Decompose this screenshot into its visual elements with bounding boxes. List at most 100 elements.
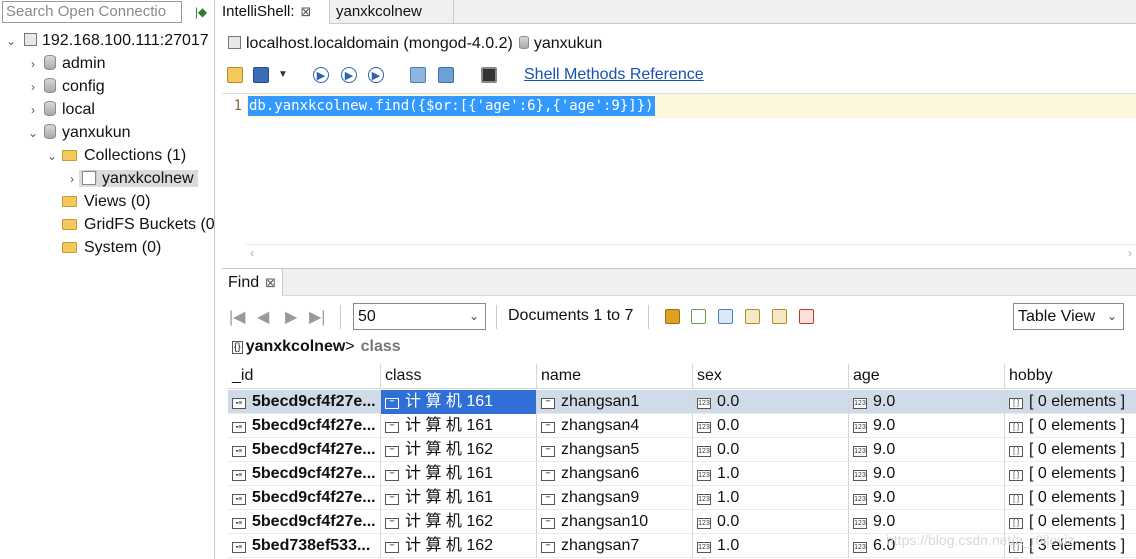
console-icon[interactable] <box>481 67 497 83</box>
class-cell[interactable]: "" 计 算 机 162 <box>381 438 537 462</box>
tree-gridfs-folder[interactable]: GridFS Buckets (0 <box>59 214 215 236</box>
name-cell[interactable]: "" zhangsan7 <box>537 534 693 558</box>
close-icon[interactable]: ⊠ <box>301 4 312 19</box>
column-header-hobby[interactable]: hobby <box>1005 364 1136 388</box>
sex-cell[interactable]: 123 0.0 <box>693 438 849 462</box>
search-connections-input[interactable]: Search Open Connectio <box>2 1 182 23</box>
column-header-id[interactable]: _id <box>228 364 381 388</box>
edit-document-icon[interactable] <box>745 309 760 324</box>
sex-cell[interactable]: 123 0.0 <box>693 510 849 534</box>
age-cell[interactable]: 123 9.0 <box>849 390 1005 414</box>
code-editor[interactable]: 1 db.yanxkcolnew.find({$or:[{'age':6},{'… <box>222 93 1136 265</box>
hobby-cell[interactable]: [ ] [ 0 elements ] <box>1005 390 1136 414</box>
column-header-name[interactable]: name <box>537 364 693 388</box>
lock-icon[interactable] <box>665 309 680 324</box>
chevron-down-icon[interactable]: ⌄ <box>26 122 40 144</box>
chevron-right-icon[interactable]: › <box>26 99 40 121</box>
chevron-right-icon[interactable]: › <box>26 53 40 75</box>
tree-db-local[interactable]: › local <box>26 99 95 121</box>
path-field[interactable]: class <box>361 338 401 355</box>
tree-collections-folder[interactable]: ⌄ Collections (1) <box>45 145 186 167</box>
sex-cell[interactable]: 123 0.0 <box>693 390 849 414</box>
prev-page-icon[interactable]: ◀ <box>257 307 269 327</box>
hobby-cell[interactable]: [ ] [ 0 elements ] <box>1005 438 1136 462</box>
column-header-age[interactable]: age <box>849 364 1005 388</box>
name-cell[interactable]: "" zhangsan9 <box>537 486 693 510</box>
table-row[interactable]: ▪≡ 5becd9cf4f27e... "" 计 算 机 161 "" zhangsan4… <box>228 414 1136 438</box>
tab-collection[interactable]: yanxkcolnew <box>330 0 454 24</box>
tab-intellishell[interactable]: IntelliShell: ⊠ <box>216 0 330 24</box>
sex-cell[interactable]: 123 1.0 <box>693 462 849 486</box>
id-cell[interactable]: ▪≡ 5becd9cf4f27e... <box>228 414 381 438</box>
hobby-cell[interactable]: [ ] [ 0 elements ] <box>1005 510 1136 534</box>
name-cell[interactable]: "" zhangsan6 <box>537 462 693 486</box>
save-icon[interactable] <box>253 67 269 83</box>
tree-system-folder[interactable]: System (0) <box>59 237 161 259</box>
id-cell[interactable]: ▪≡ 5becd9cf4f27e... <box>228 486 381 510</box>
chevron-down-icon[interactable]: ⌄ <box>45 145 59 167</box>
query-code[interactable]: db.yanxkcolnew.find({$or:[{'age':6},{'ag… <box>248 96 655 116</box>
run-to-cursor-icon[interactable]: ▶ <box>368 67 384 83</box>
connection-db[interactable]: yanxukun <box>534 35 603 52</box>
name-cell[interactable]: "" zhangsan1 <box>537 390 693 414</box>
page-size-select[interactable]: 50 ⌄ <box>353 303 486 330</box>
tree-views-folder[interactable]: Views (0) <box>59 191 150 213</box>
age-cell[interactable]: 123 9.0 <box>849 462 1005 486</box>
save-dropdown-icon[interactable]: ▼ <box>275 67 291 83</box>
format-icon[interactable] <box>410 67 426 83</box>
class-cell[interactable]: "" 计 算 机 161 <box>381 414 537 438</box>
class-cell[interactable]: "" 计 算 机 162 <box>381 534 537 558</box>
sex-cell[interactable]: 123 1.0 <box>693 534 849 558</box>
tree-collection-yanxkcolnew[interactable]: › yanxkcolnew <box>65 168 198 190</box>
class-cell[interactable]: "" 计 算 机 161 <box>381 390 537 414</box>
chevron-down-icon[interactable]: ⌄ <box>4 30 18 52</box>
class-cell[interactable]: "" 计 算 机 162 <box>381 510 537 534</box>
view-mode-select[interactable]: Table View ⌄ <box>1013 303 1124 330</box>
last-page-icon[interactable]: ▶| <box>309 307 325 327</box>
shell-methods-reference-link[interactable]: Shell Methods Reference <box>524 66 704 84</box>
id-cell[interactable]: ▪≡ 5becd9cf4f27e... <box>228 390 381 414</box>
hobby-cell[interactable]: [ ] [ 0 elements ] <box>1005 486 1136 510</box>
scroll-right-icon[interactable]: › <box>1128 246 1132 260</box>
id-cell[interactable]: ▪≡ 5becd9cf4f27e... <box>228 438 381 462</box>
tree-db-config[interactable]: › config <box>26 76 105 98</box>
scroll-left-icon[interactable]: ‹ <box>250 246 254 260</box>
close-icon[interactable]: ⊠ <box>265 275 276 290</box>
sex-cell[interactable]: 123 0.0 <box>693 414 849 438</box>
class-cell[interactable]: "" 计 算 机 161 <box>381 462 537 486</box>
open-file-icon[interactable] <box>227 67 243 83</box>
id-cell[interactable]: ▪≡ 5becd9cf4f27e... <box>228 462 381 486</box>
name-cell[interactable]: "" zhangsan5 <box>537 438 693 462</box>
run-statement-icon[interactable]: ▶ <box>341 67 357 83</box>
tree-connection[interactable]: ⌄ 192.168.100.111:27017 <box>4 30 209 52</box>
column-header-sex[interactable]: sex <box>693 364 849 388</box>
path-collection[interactable]: yanxkcolnew <box>246 338 346 355</box>
tree-db-yanxukun[interactable]: ⌄ yanxukun <box>26 122 131 144</box>
id-cell[interactable]: ▪≡ 5becd9cf4f27e... <box>228 510 381 534</box>
delete-document-icon[interactable] <box>799 309 814 324</box>
age-cell[interactable]: 123 9.0 <box>849 414 1005 438</box>
id-cell[interactable]: ▪≡ 5bed738ef533... <box>228 534 381 558</box>
tab-find[interactable]: Find ⊠ <box>222 269 284 296</box>
table-row[interactable]: ▪≡ 5becd9cf4f27e... "" 计 算 机 162 "" zhangsan1… <box>228 510 1136 534</box>
stack-icon[interactable] <box>438 67 454 83</box>
class-cell[interactable]: "" 计 算 机 161 <box>381 486 537 510</box>
name-cell[interactable]: "" zhangsan4 <box>537 414 693 438</box>
run-icon[interactable]: ▶ <box>313 67 329 83</box>
name-cell[interactable]: "" zhangsan10 <box>537 510 693 534</box>
clone-document-icon[interactable] <box>772 309 787 324</box>
chevron-right-icon[interactable]: › <box>65 168 79 190</box>
first-page-icon[interactable]: |◀ <box>229 307 245 327</box>
table-row[interactable]: ▪≡ 5becd9cf4f27e... "" 计 算 机 162 "" zhangsan5… <box>228 438 1136 462</box>
add-document-icon[interactable] <box>691 309 706 324</box>
column-header-class[interactable]: class <box>381 364 537 388</box>
age-cell[interactable]: 123 9.0 <box>849 486 1005 510</box>
hobby-cell[interactable]: [ ] [ 0 elements ] <box>1005 414 1136 438</box>
collapse-panel-icon[interactable]: |◆ <box>192 3 210 21</box>
hobby-cell[interactable]: [ ] [ 0 elements ] <box>1005 462 1136 486</box>
view-document-icon[interactable] <box>718 309 733 324</box>
table-row[interactable]: ▪≡ 5becd9cf4f27e... "" 计 算 机 161 "" zhangsan9… <box>228 486 1136 510</box>
table-row[interactable]: ▪≡ 5becd9cf4f27e... "" 计 算 机 161 "" zhangsan6… <box>228 462 1136 486</box>
table-row[interactable]: ▪≡ 5becd9cf4f27e... "" 计 算 机 161 "" zhangsan1… <box>228 390 1136 414</box>
chevron-right-icon[interactable]: › <box>26 76 40 98</box>
